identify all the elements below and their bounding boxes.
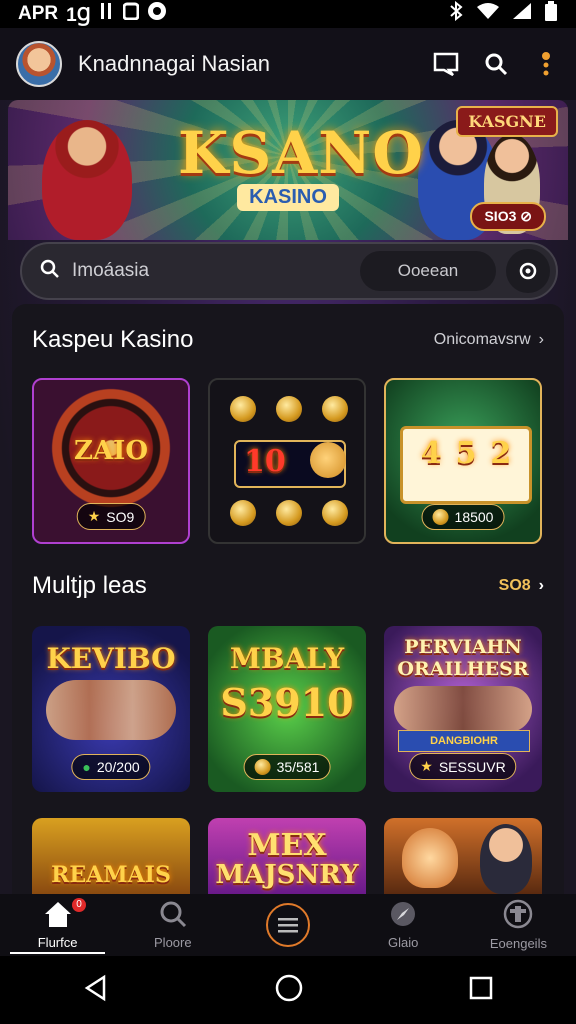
section-more-link[interactable]: Onicomavsrw ›: [434, 331, 544, 349]
nav-home[interactable]: 0 Flurfce: [0, 894, 115, 956]
banner-logo-sub: KASINO: [237, 184, 339, 211]
nav-label: Ploore: [154, 935, 192, 950]
bluetooth-icon: [448, 0, 464, 27]
nav-profile[interactable]: Eoengeils: [461, 894, 576, 956]
tile-title: MEX: [247, 828, 327, 863]
game-tile-slots-green[interactable]: 452 18500: [384, 378, 542, 544]
tile-title: 10: [244, 444, 286, 479]
signal-icon: [512, 2, 532, 26]
section-more-label: Onicomavsrw: [433, 331, 531, 348]
tile-subtitle: S3910: [220, 680, 354, 725]
home-icon: [43, 900, 73, 931]
banner-logo-main: KSANO: [178, 119, 424, 187]
nav-label: Flurfce: [37, 935, 78, 950]
chevron-right-icon: ›: [538, 577, 544, 594]
star-icon: ★: [420, 758, 433, 774]
clipboard-icon: [122, 2, 140, 26]
tile-label: ★ SESSUVR: [409, 753, 517, 780]
search-icon: [40, 259, 60, 284]
coin-icon: [254, 759, 271, 775]
section-more-link[interactable]: SO8 ›: [499, 577, 544, 595]
tile-title: KEVIBO: [46, 642, 176, 675]
avatar[interactable]: [16, 41, 62, 87]
chip-icon: ●: [82, 759, 91, 775]
search-bar[interactable]: Imoáasia Ooeean: [20, 242, 558, 300]
system-nav-bar: [0, 956, 576, 1024]
app-bar: Knadnnagai Nasian: [0, 28, 576, 100]
nav-discover[interactable]: Glaio: [346, 894, 461, 956]
game-tile-pervianh[interactable]: PERVIAHN ORAILHESR DANGBIOHR ★ SESSUVR: [384, 626, 542, 792]
nav-center-menu[interactable]: [230, 894, 345, 956]
game-tile-kevibo[interactable]: KEVIBO ● 20/200: [32, 626, 190, 792]
home-circle-icon[interactable]: [274, 973, 304, 1008]
tile-label: 35/581: [243, 754, 331, 780]
bottom-nav: 0 Flurfce Ploore Glaio Eoengeils: [0, 894, 576, 956]
game-tile-mex-majsnry[interactable]: MEX MAJSNRY: [208, 818, 366, 894]
players-artwork: [394, 686, 532, 732]
battery-icon: [544, 1, 558, 27]
back-icon[interactable]: [82, 974, 110, 1007]
tile-ribbon: DANGBIOHR: [398, 730, 530, 752]
hero-banner[interactable]: KSANO KASINO KASGNE SIO3 ⊘: [8, 100, 568, 240]
tile-subtitle: MAJSNRY: [215, 860, 359, 890]
nav-label: Eoengeils: [489, 936, 547, 951]
tile-subtitle: ORAILHESR: [397, 658, 529, 680]
nav-label: Glaio: [388, 935, 419, 950]
game-tile-reamais[interactable]: REAMAIS: [32, 818, 190, 894]
menu-icon: [266, 903, 310, 947]
profile-icon: [503, 899, 533, 932]
tile-label: ● 20/200: [71, 754, 151, 780]
search-icon: [159, 900, 187, 931]
banner-woman-figure: [42, 120, 132, 240]
game-tile-slots-dark[interactable]: 10: [208, 378, 366, 544]
status-date: 1Ɡ: [66, 5, 91, 26]
coin-icon: [432, 509, 449, 525]
search-input[interactable]: Imoáasia: [72, 260, 360, 282]
banner-chip-bottom[interactable]: SIO3 ⊘: [470, 202, 546, 231]
compass-icon: [389, 900, 417, 931]
wifi-icon: [476, 2, 500, 26]
nav-explore[interactable]: Ploore: [115, 894, 230, 956]
tile-label: 18500: [421, 504, 505, 530]
fox-character-artwork: [402, 828, 458, 888]
notification-icon: [99, 2, 115, 26]
slot-bottom-row: [230, 500, 348, 528]
tile-title: ZAIO: [74, 436, 148, 466]
star-icon: ★: [87, 508, 101, 524]
chevron-right-icon: ›: [538, 331, 544, 348]
chat-icon[interactable]: [432, 50, 460, 78]
game-tile-fox-game[interactable]: [384, 818, 542, 894]
tile-title: PERVIAHN: [404, 636, 522, 658]
more-icon[interactable]: [532, 50, 560, 78]
tile-title: MBALY: [229, 642, 345, 675]
recents-icon[interactable]: [468, 975, 494, 1006]
section-header-2: Multjp leas SO8 ›: [32, 572, 544, 600]
search-filter-chip[interactable]: Ooeean: [360, 251, 496, 291]
section-title: Kaspeu Kasino: [32, 326, 194, 353]
settings-gear-icon[interactable]: [506, 249, 550, 293]
app-title: Knadnnagai Nasian: [78, 51, 271, 76]
game-tile-roulette[interactable]: ZAIO ★ SO9: [32, 378, 190, 544]
dog-symbol-icon: [310, 442, 346, 478]
content-panel: Kaspeu Kasino Onicomavsrw › ZAIO ★ SO9 10…: [12, 304, 564, 894]
status-time: APR: [18, 3, 59, 24]
man-character-artwork: [480, 824, 532, 894]
search-icon[interactable]: [482, 50, 510, 78]
banner-logo: KSANO KASINO: [178, 119, 424, 211]
banner-chip-top[interactable]: KASGNE: [456, 106, 558, 137]
section-header-1: Kaspeu Kasino Onicomavsrw ›: [32, 326, 544, 354]
tile-label: ★ SO9: [76, 503, 146, 530]
status-bar: APR 1Ɡ: [0, 0, 576, 28]
slot-top-row: [230, 396, 348, 424]
game-tile-mbaly[interactable]: MBALY S3910 35/581: [208, 626, 366, 792]
players-artwork: [46, 680, 176, 740]
tile-title: 452: [420, 436, 526, 471]
tile-title: REAMAIS: [51, 862, 171, 888]
section-more-label: SO8: [498, 577, 531, 594]
section-title: Multjp leas: [32, 572, 147, 599]
media-icon: [147, 1, 167, 27]
notification-badge: 0: [72, 898, 86, 912]
